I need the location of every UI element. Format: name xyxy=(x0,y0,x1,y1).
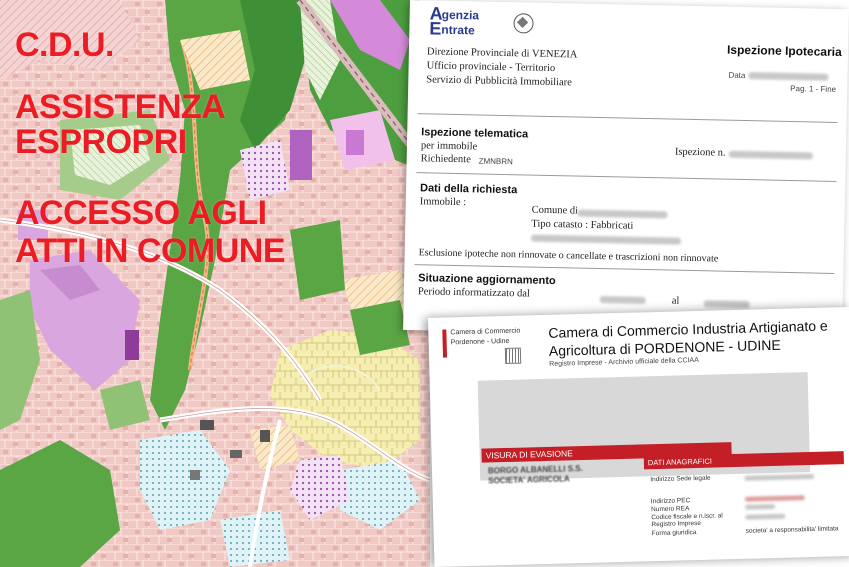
headline-assistenza: ASSISTENZA xyxy=(15,88,226,126)
headline-accesso: ACCESSO AGLI xyxy=(15,194,267,232)
richiedente-value: ZMNBRN xyxy=(478,156,513,167)
periodo-start-redacted xyxy=(599,296,646,305)
page-number: Pag. 1 - Fine xyxy=(790,83,837,94)
logo-bar-icon xyxy=(442,329,448,358)
section-situazione: Situazione aggiornamento xyxy=(418,272,556,288)
date-label: Data xyxy=(728,70,746,81)
al-label: al xyxy=(671,295,680,307)
cciaa-logo-place: Pordenone - Udine xyxy=(450,337,510,347)
field-sede-legale: Indirizzo Sede legale xyxy=(650,474,711,484)
field-codice-fiscale: Codice fiscale e n.iscr. al Registro Imp… xyxy=(651,512,723,529)
immobile-label: Immobile : xyxy=(419,196,467,209)
company-line2: SOCIETA' AGRICOLA xyxy=(488,474,570,486)
logo-letter-e: E xyxy=(429,18,442,39)
doc-title: Ispezione Ipotecaria xyxy=(726,42,842,60)
office-line-2: Ufficio provinciale - Territorio xyxy=(426,60,556,75)
section-ispezione-telematica: Ispezione telematica xyxy=(421,126,529,141)
headline-cdu: C.D.U. xyxy=(15,26,115,64)
visura-document: Camera di Commercio Pordenone - Udine Ca… xyxy=(428,306,849,567)
republic-emblem-icon xyxy=(513,13,534,34)
per-immobile: per immobile xyxy=(420,140,478,153)
tipo-catasto: Tipo catasto : Fabbricati xyxy=(531,218,634,232)
office-line-3: Servizio di Pubblicità Immobiliare xyxy=(426,74,572,89)
field-forma-giuridica: Forma giuridica xyxy=(651,529,697,538)
esclusione-note: Esclusione ipoteche non rinnovate o canc… xyxy=(418,247,719,265)
ispezione-n-label: Ispezione n. xyxy=(674,146,726,159)
periodo-end-redacted xyxy=(703,300,750,309)
richiedente-label: Richiedente xyxy=(420,153,471,166)
section-dati-richiesta: Dati della richiesta xyxy=(419,182,518,197)
cciaa-title-line1: Camera di Commercio Industria Artigianat… xyxy=(548,317,828,341)
cciaa-emblem-icon xyxy=(504,347,522,364)
ispezione-n-redacted xyxy=(728,150,813,160)
date-value-redacted xyxy=(748,72,829,81)
headline-espropri: ESPROPRI xyxy=(15,123,187,161)
agenzia-entrate-logo: A genzia E ntrate xyxy=(427,3,534,39)
field-numero-rea: Numero REA xyxy=(651,505,690,514)
logo-text-bottom: ntrate xyxy=(441,22,475,38)
cf-redacted xyxy=(745,513,786,520)
cciaa-logo: Camera di Commercio Pordenone - Udine xyxy=(442,327,553,370)
cciaa-logo-name: Camera di Commercio xyxy=(450,327,521,337)
forma-giuridica-value: societa' a responsabilita' limitata xyxy=(745,525,839,535)
divider xyxy=(416,172,837,182)
cciaa-subtitle: Registro Imprese - Archivio ufficiale de… xyxy=(549,356,699,368)
headline-atti: ATTI IN COMUNE xyxy=(15,232,286,270)
office-line-1: Direzione Provinciale di VENEZIA xyxy=(426,46,578,61)
divider xyxy=(414,264,835,274)
ispezione-document: A genzia E ntrate Direzione Provinciale … xyxy=(403,0,849,340)
logo-text-top: genzia xyxy=(441,7,480,23)
field-pec: Indirizzo PEC xyxy=(650,497,691,506)
comune-redacted xyxy=(577,209,668,219)
periodo-label: Periodo informatizzato dal xyxy=(417,286,530,300)
rea-redacted xyxy=(744,503,776,510)
foglio-redacted xyxy=(530,234,682,245)
pec-redacted xyxy=(744,495,805,502)
divider xyxy=(417,113,838,123)
cciaa-title-line2: Agricoltura di PORDENONE - UDINE xyxy=(548,336,781,359)
comune-label: Comune di xyxy=(531,204,579,217)
sede-redacted xyxy=(744,473,815,481)
